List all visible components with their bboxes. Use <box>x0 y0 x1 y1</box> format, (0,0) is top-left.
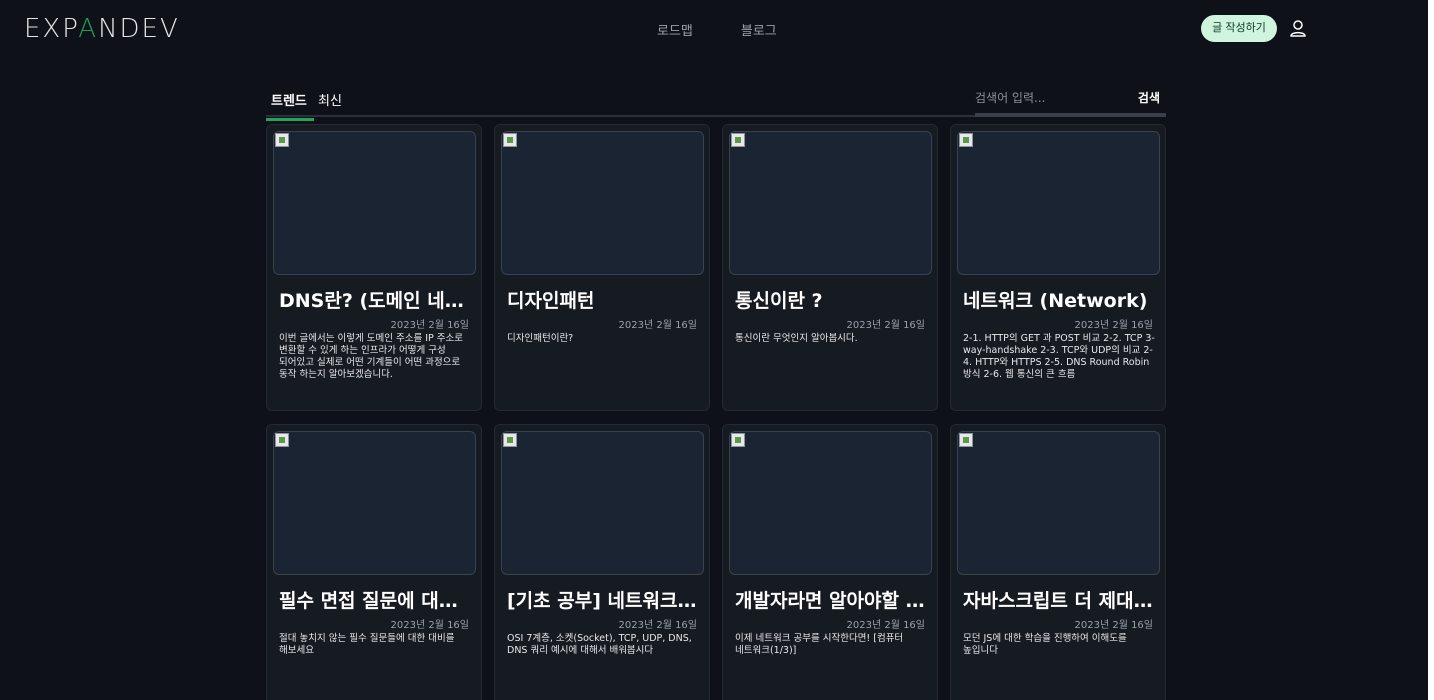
broken-image-icon <box>275 133 289 147</box>
post-description: 이제 네트워크 공부를 시작한다면! [컴퓨터 네트워크(1/3)] <box>735 633 904 656</box>
post-thumbnail <box>273 131 476 275</box>
search-box: 검색 <box>975 84 1166 117</box>
post-date: 2023년 2월 16일 <box>390 320 470 331</box>
post-date: 2023년 2월 16일 <box>390 620 470 631</box>
broken-image-icon <box>731 133 745 147</box>
search-button[interactable]: 검색 <box>1138 89 1160 106</box>
post-card[interactable]: [기초 공부] 네트워크 기초 2023년 2월 16일 OSI 7계층, 소켓… <box>494 424 710 700</box>
logo-text-prefix: EXP <box>24 14 79 44</box>
tab-latest[interactable]: 최신 <box>318 90 342 118</box>
post-description: 모던 JS에 대한 학습을 진행하여 이해도를 높입니다 <box>963 633 1127 656</box>
broken-image-icon <box>959 433 973 447</box>
search-input[interactable] <box>975 88 1125 108</box>
post-title: 디자인패턴 <box>507 290 595 312</box>
post-description: 디자인패턴이란? <box>507 333 574 344</box>
tab-trend[interactable]: 트렌드 <box>266 90 314 121</box>
main-nav: 로드맵 블로그 <box>657 20 777 39</box>
post-card[interactable]: 개발자라면 알아야할 네트워크 2023년 2월 16일 이제 네트워크 공부를… <box>722 424 938 700</box>
logo-text-suffix: NDEV <box>98 14 180 44</box>
post-description: 2-1. HTTP의 GET 과 POST 비교 2-2. TCP 3-way-… <box>963 333 1155 380</box>
top-header: EXPANDEV 로드맵 블로그 글 작성하기 <box>0 0 1428 58</box>
post-description: 통신이란 무엇인지 알아봅시다. <box>735 333 858 344</box>
post-date: 2023년 2월 16일 <box>618 620 698 631</box>
post-title: [기초 공부] 네트워크 기초 <box>507 590 703 612</box>
logo[interactable]: EXPANDEV <box>24 14 180 44</box>
scrollbar[interactable] <box>1428 0 1434 700</box>
post-thumbnail <box>957 431 1160 575</box>
post-thumbnail <box>501 431 704 575</box>
post-card[interactable]: 네트워크 (Network) 2023년 2월 16일 2-1. HTTP의 G… <box>950 124 1166 411</box>
post-title: 네트워크 (Network) <box>963 290 1148 312</box>
broken-image-icon <box>503 433 517 447</box>
post-date: 2023년 2월 16일 <box>1074 620 1154 631</box>
broken-image-icon <box>731 433 745 447</box>
nav-blog[interactable]: 블로그 <box>741 20 777 39</box>
post-thumbnail <box>501 131 704 275</box>
post-thumbnail <box>957 131 1160 275</box>
post-title: DNS란? (도메인 네임 시스템 개념부터 작동 방식까지) <box>279 290 475 312</box>
post-card[interactable]: 필수 면접 질문에 대한 답변 2023년 2월 16일 절대 놓치지 않는 필… <box>266 424 482 700</box>
broken-image-icon <box>275 433 289 447</box>
post-card[interactable]: 디자인패턴 2023년 2월 16일 디자인패턴이란? <box>494 124 710 411</box>
broken-image-icon <box>503 133 517 147</box>
post-date: 2023년 2월 16일 <box>618 320 698 331</box>
post-date: 2023년 2월 16일 <box>846 320 926 331</box>
write-post-button[interactable]: 글 작성하기 <box>1201 15 1277 42</box>
user-icon[interactable] <box>1289 19 1307 37</box>
post-description: 이번 글에서는 이렇게 도메인 주소를 IP 주소로 변환할 수 있게 하는 인… <box>279 333 463 380</box>
broken-image-icon <box>959 133 973 147</box>
post-thumbnail <box>729 131 932 275</box>
nav-roadmap[interactable]: 로드맵 <box>657 20 693 39</box>
logo-text-accent: A <box>78 14 99 44</box>
post-title: 개발자라면 알아야할 네트워크 <box>735 590 931 612</box>
post-card[interactable]: 통신이란 ? 2023년 2월 16일 통신이란 무엇인지 알아봅시다. <box>722 124 938 411</box>
post-card[interactable]: DNS란? (도메인 네임 시스템 개념부터 작동 방식까지) 2023년 2월… <box>266 124 482 411</box>
post-thumbnail <box>273 431 476 575</box>
post-title: 통신이란 ? <box>735 290 823 312</box>
post-date: 2023년 2월 16일 <box>1074 320 1154 331</box>
post-thumbnail <box>729 431 932 575</box>
post-grid: DNS란? (도메인 네임 시스템 개념부터 작동 방식까지) 2023년 2월… <box>266 124 1166 700</box>
post-title: 필수 면접 질문에 대한 답변 <box>279 590 475 612</box>
post-title: 자바스크립트 더 제대로! <box>963 590 1159 612</box>
post-description: 절대 놓치지 않는 필수 질문들에 대한 대비를 해보세요 <box>279 633 455 656</box>
post-date: 2023년 2월 16일 <box>846 620 926 631</box>
post-description: OSI 7계층, 소켓(Socket), TCP, UDP, DNS, DNS … <box>507 633 692 656</box>
post-card[interactable]: 자바스크립트 더 제대로! 2023년 2월 16일 모던 JS에 대한 학습을… <box>950 424 1166 700</box>
